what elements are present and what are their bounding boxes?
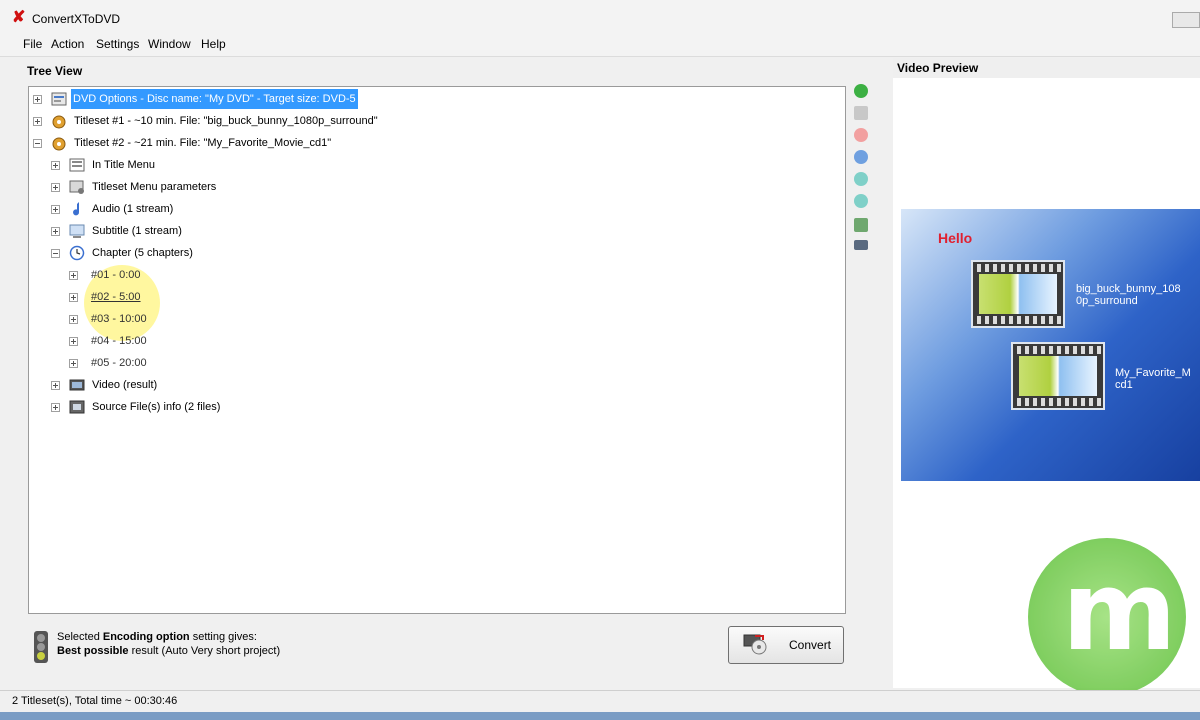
status-bar: 2 Titleset(s), Total time ~ 00:30:46 (0, 690, 1200, 713)
collapse-toggle[interactable] (51, 249, 60, 258)
expand-toggle[interactable] (51, 183, 60, 192)
clock-icon (69, 245, 85, 261)
tree-node-video[interactable]: Video (result) (51, 375, 351, 395)
expand-toggle[interactable] (51, 205, 60, 214)
tree-node-label: Video (result) (92, 379, 158, 391)
tree-node-audio[interactable]: Audio (1 stream) (51, 199, 351, 219)
dvd-options-icon (51, 92, 67, 106)
menu-item-thumbnail-1 (971, 260, 1065, 328)
title-bar: ✘ ConvertXToDVD (0, 0, 1200, 34)
encoding-info: Selected Encoding option setting gives: … (32, 628, 432, 668)
tree-node-label: Titleset #1 - ~10 min. File: "big_buck_b… (74, 115, 378, 127)
expand-toggle[interactable] (69, 315, 78, 324)
window-title: ConvertXToDVD (32, 12, 121, 26)
add-icon[interactable] (854, 84, 868, 98)
expand-toggle[interactable] (69, 293, 78, 302)
collapse-toggle[interactable] (33, 139, 42, 148)
expand-toggle[interactable] (51, 227, 60, 236)
music-note-icon (73, 202, 80, 216)
video-icon (69, 379, 85, 391)
traffic-light-icon (34, 631, 48, 663)
edit-icon[interactable] (854, 106, 868, 120)
minimize-button[interactable] (1172, 12, 1200, 28)
tree-node-label: #04 - 15:00 (91, 335, 147, 347)
monitor-icon[interactable] (854, 240, 868, 250)
remove-icon[interactable] (854, 128, 868, 142)
tree-node-chapter-03[interactable]: #03 - 10:00 (69, 309, 269, 329)
convert-button[interactable]: Convert (728, 626, 844, 664)
menu-title: Hello (938, 230, 973, 246)
convert-icon (743, 634, 767, 655)
tree-node-label: Chapter (5 chapters) (92, 247, 193, 259)
tree-node-label: Titleset Menu parameters (92, 181, 217, 193)
expand-toggle[interactable] (69, 271, 78, 280)
tree-node-label: #01 - 0:00 (91, 269, 141, 281)
tree-node-label: Titleset #2 - ~21 min. File: "My_Favorit… (74, 137, 332, 149)
titleset-icon (52, 115, 66, 129)
tree-node-label: #05 - 20:00 (91, 357, 147, 369)
menu-item-label-1: big_buck_bunny_108 0p_surround (1076, 283, 1181, 307)
tree-node-titleset-menu-parameters[interactable]: Titleset Menu parameters (51, 177, 351, 197)
encoding-line-2: Best possible result (Auto Very short pr… (57, 645, 281, 657)
convert-label: Convert (789, 638, 832, 652)
tree-node-chapter-01[interactable]: #01 - 0:00 (69, 265, 269, 285)
dvd-menu-preview: Hello big_buck_bunny_108 0p_surround My_… (901, 209, 1200, 481)
tree-node-in-title-menu[interactable]: In Title Menu (51, 155, 351, 175)
tree-view-label: Tree View (27, 64, 83, 78)
expand-toggle[interactable] (51, 403, 60, 412)
expand-toggle[interactable] (33, 95, 42, 104)
expand-toggle[interactable] (51, 381, 60, 390)
tree-node-label: #02 - 5:00 (91, 291, 141, 303)
tree-node-label: DVD Options - Disc name: "My DVD" - Targ… (71, 89, 358, 109)
expand-toggle[interactable] (69, 337, 78, 346)
expand-toggle[interactable] (33, 117, 42, 126)
tree-node-label: #03 - 10:00 (91, 313, 147, 325)
subtitle-icon (69, 224, 85, 238)
tree-node-titleset-2[interactable]: Titleset #2 - ~21 min. File: "My_Favorit… (33, 133, 393, 153)
status-text: 2 Titleset(s), Total time ~ 00:30:46 (12, 695, 178, 707)
tree-node-chapter[interactable]: Chapter (5 chapters) (51, 243, 351, 263)
tree-node-label: Subtitle (1 stream) (92, 225, 182, 237)
move-up-icon[interactable] (854, 172, 868, 186)
tree-node-label: Source File(s) info (2 files) (92, 401, 221, 413)
titleset-icon (52, 137, 66, 151)
menu-help[interactable]: Help (201, 37, 226, 51)
chart-icon[interactable] (854, 218, 868, 232)
video-preview-label: Video Preview (897, 61, 979, 75)
watermark-logo: m (1028, 538, 1186, 696)
film-icon (69, 400, 85, 414)
tree-node-label: Audio (1 stream) (92, 203, 174, 215)
tree-node-chapter-04[interactable]: #04 - 15:00 (69, 331, 269, 351)
menu-action[interactable]: Action (51, 37, 84, 51)
tree-node-dvd-options[interactable]: DVD Options - Disc name: "My DVD" - Targ… (33, 89, 373, 109)
video-preview-header: Video Preview (893, 58, 1200, 79)
tree-node-chapter-05[interactable]: #05 - 20:00 (69, 353, 269, 373)
tree-node-titleset-1[interactable]: Titleset #1 - ~10 min. File: "big_buck_b… (33, 111, 393, 131)
info-icon[interactable] (854, 150, 868, 164)
tree-node-subtitle[interactable]: Subtitle (1 stream) (51, 221, 351, 241)
menu-item-thumbnail-2 (1011, 342, 1105, 410)
menu-window[interactable]: Window (148, 37, 191, 51)
menu-icon (69, 158, 85, 172)
encoding-line-1: Selected Encoding option setting gives: (57, 631, 257, 643)
expand-toggle[interactable] (69, 359, 78, 368)
menu-settings[interactable]: Settings (96, 37, 139, 51)
tree-node-chapter-02[interactable]: #02 - 5:00 (69, 287, 269, 307)
menu-bar: File Action Settings Window Help (0, 34, 1200, 57)
taskbar-edge (0, 712, 1200, 720)
expand-toggle[interactable] (51, 161, 60, 170)
menu-item-label-2: My_Favorite_M cd1 (1115, 367, 1191, 391)
menu-file[interactable]: File (23, 37, 42, 51)
tree-node-label: In Title Menu (92, 159, 155, 171)
move-down-icon[interactable] (854, 194, 868, 208)
app-logo-icon: ✘ (12, 9, 26, 26)
tree-node-source-files[interactable]: Source File(s) info (2 files) (51, 397, 351, 417)
tree-view[interactable]: DVD Options - Disc name: "My DVD" - Targ… (28, 86, 846, 614)
menu-parameters-icon (69, 180, 84, 194)
